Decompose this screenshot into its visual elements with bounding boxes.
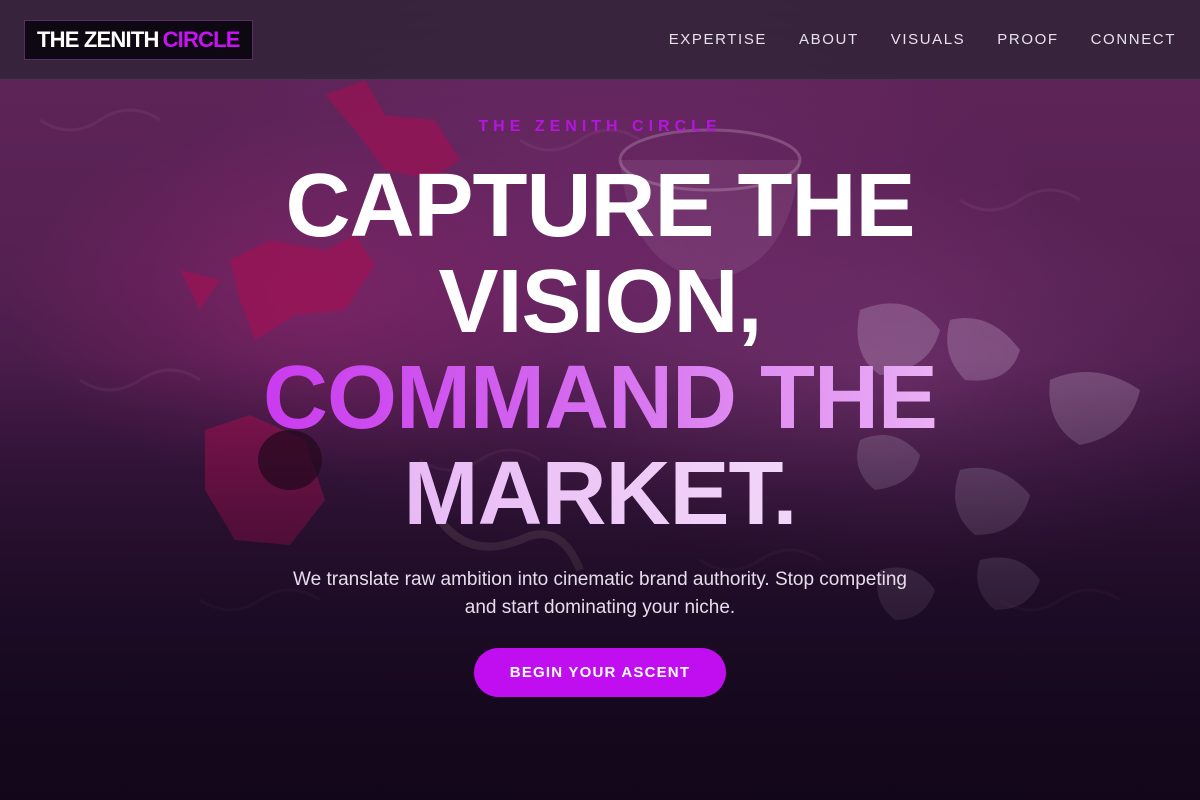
site-header: THE ZENITH CIRCLE EXPERTISE ABOUT VISUAL… <box>0 0 1200 80</box>
headline-line-3: COMMAND THE <box>0 350 1200 446</box>
nav-link-expertise[interactable]: EXPERTISE <box>669 31 767 48</box>
headline-line-2: VISION, <box>438 252 762 352</box>
hero-subtext: We translate raw ambition into cinematic… <box>293 569 907 618</box>
headline-line-1: CAPTURE THE <box>285 156 915 256</box>
brand-logo[interactable]: THE ZENITH CIRCLE <box>24 19 253 60</box>
nav-link-proof[interactable]: PROOF <box>997 31 1058 48</box>
logo-accent-text: CIRCLE <box>162 26 241 52</box>
headline-line-4: MARKET. <box>0 446 1200 542</box>
hero-section: THE ZENITH CIRCLE CAPTURE THE VISION, CO… <box>0 80 1200 800</box>
begin-ascent-button[interactable]: BEGIN YOUR ASCENT <box>474 648 726 697</box>
main-nav: EXPERTISE ABOUT VISUALS PROOF CONNECT <box>669 31 1176 48</box>
nav-link-visuals[interactable]: VISUALS <box>891 31 966 48</box>
nav-link-about[interactable]: ABOUT <box>799 31 859 48</box>
hero-eyebrow: THE ZENITH CIRCLE <box>478 118 722 135</box>
nav-link-connect[interactable]: CONNECT <box>1091 31 1176 48</box>
logo-text: THE ZENITH <box>37 26 159 52</box>
hero-headline: CAPTURE THE VISION, COMMAND THE MARKET. <box>0 158 1200 542</box>
